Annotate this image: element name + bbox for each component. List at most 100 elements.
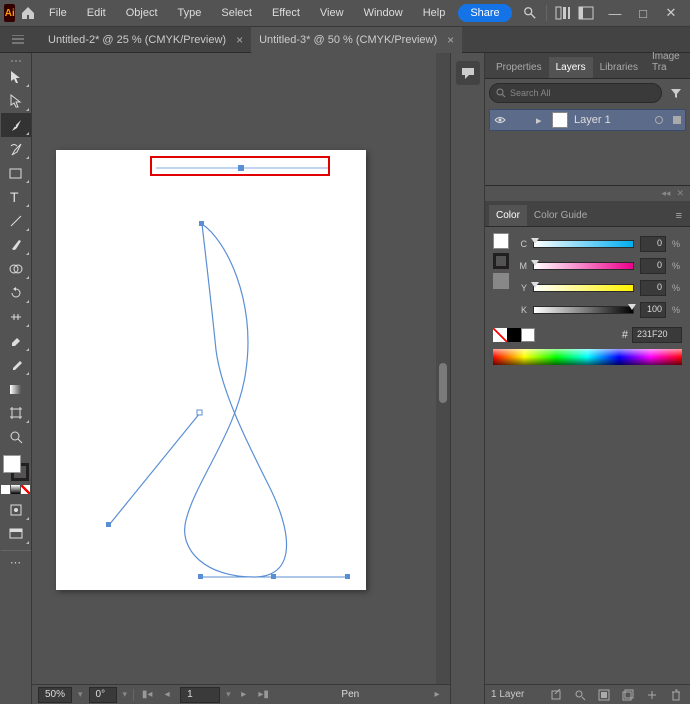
width-tool[interactable] [1, 305, 31, 329]
artboard-tool[interactable] [1, 401, 31, 425]
share-button[interactable]: Share [458, 4, 511, 22]
curvature-tool[interactable] [1, 137, 31, 161]
menu-effect[interactable]: Effect [263, 1, 309, 25]
search-icon[interactable] [522, 2, 539, 24]
fill-mini-swatch[interactable] [493, 233, 509, 249]
chevron-down-icon[interactable]: ▾ [123, 689, 128, 700]
tab-properties[interactable]: Properties [489, 57, 549, 78]
yellow-slider[interactable] [533, 284, 634, 292]
cyan-value[interactable]: 0 [640, 236, 666, 252]
chevron-down-icon[interactable]: ▾ [78, 689, 83, 700]
scrollbar-thumb[interactable] [439, 363, 447, 403]
window-minimize-icon[interactable]: — [606, 4, 624, 22]
expand-status-icon[interactable]: ▸ [430, 688, 444, 702]
panel-menu-icon[interactable]: ≡ [672, 206, 686, 226]
menu-view[interactable]: View [311, 1, 353, 25]
arrange-icon[interactable] [555, 2, 572, 24]
yellow-value[interactable]: 0 [640, 280, 666, 296]
tab-strip-toggle[interactable] [0, 27, 36, 53]
canvas-area[interactable]: 50% ▾ 0° ▾ ▮◂ ◂ 1 ▾ ▸ ▸▮ Pen ▸ [32, 53, 450, 704]
new-sublayer-icon[interactable] [620, 687, 636, 703]
close-icon[interactable]: × [236, 33, 243, 47]
menu-object[interactable]: Object [117, 1, 167, 25]
line-tool[interactable] [1, 209, 31, 233]
document-tab[interactable]: Untitled-3* @ 50 % (CMYK/Preview) × [251, 27, 462, 53]
none-swatch[interactable] [493, 328, 507, 342]
home-icon[interactable] [19, 2, 36, 24]
tab-image-trace[interactable]: Image Tra [645, 46, 687, 78]
tab-color-guide[interactable]: Color Guide [527, 205, 594, 226]
prev-artboard-icon[interactable]: ◂ [160, 688, 174, 702]
rotate-tool[interactable] [1, 281, 31, 305]
pen-tool[interactable] [1, 113, 31, 137]
next-artboard-icon[interactable]: ▸ [237, 688, 251, 702]
close-icon[interactable]: ✕ [676, 188, 684, 199]
expand-icon[interactable]: ▸ [536, 114, 546, 127]
draw-mode-normal[interactable] [1, 498, 31, 522]
layers-search-input[interactable]: Search All [489, 83, 662, 103]
tab-layers[interactable]: Layers [549, 57, 593, 78]
menu-type[interactable]: Type [169, 1, 211, 25]
rotate-field[interactable]: 0° [89, 687, 117, 703]
tab-color[interactable]: Color [489, 205, 527, 226]
color-spectrum[interactable] [493, 349, 682, 365]
menu-edit[interactable]: Edit [78, 1, 115, 25]
fill-swatch[interactable] [3, 455, 21, 473]
rectangle-tool[interactable] [1, 161, 31, 185]
menu-select[interactable]: Select [212, 1, 261, 25]
target-icon[interactable] [655, 116, 663, 124]
filter-icon[interactable] [666, 83, 686, 103]
first-artboard-icon[interactable]: ▮◂ [140, 688, 154, 702]
collapse-icon[interactable]: ◂◂ [661, 188, 670, 199]
type-tool[interactable]: T [1, 185, 31, 209]
comment-icon[interactable] [456, 61, 480, 85]
document-tab[interactable]: Untitled-2* @ 25 % (CMYK/Preview) × [40, 27, 251, 53]
close-icon[interactable]: × [447, 33, 454, 47]
menu-help[interactable]: Help [414, 1, 455, 25]
eraser-tool[interactable] [1, 329, 31, 353]
eyedropper-tool[interactable] [1, 353, 31, 377]
black-slider[interactable] [533, 306, 634, 314]
edit-toolbar[interactable]: ⋯ [1, 550, 31, 574]
window-maximize-icon[interactable]: □ [634, 4, 652, 22]
menu-window[interactable]: Window [355, 1, 412, 25]
magenta-value[interactable]: 0 [640, 258, 666, 274]
cyan-slider[interactable] [533, 240, 634, 248]
selection-tool[interactable] [1, 65, 31, 89]
white-swatch[interactable] [521, 328, 535, 342]
panel-drag-handle[interactable] [4, 57, 28, 65]
black-swatch[interactable] [507, 328, 521, 342]
chevron-down-icon[interactable]: ▾ [226, 689, 231, 700]
workspace-icon[interactable] [577, 2, 594, 24]
artboard-field[interactable]: 1 [180, 687, 220, 703]
fill-stroke-swatch[interactable] [1, 453, 31, 483]
magenta-slider[interactable] [533, 262, 634, 270]
zoom-field[interactable]: 50% [38, 687, 72, 703]
color-fill-stroke-mini[interactable] [493, 233, 509, 321]
black-value[interactable]: 100 [640, 302, 666, 318]
stroke-mini-swatch[interactable] [493, 253, 509, 269]
gradient-tool[interactable] [1, 377, 31, 401]
new-layer-icon[interactable] [644, 687, 660, 703]
paintbrush-tool[interactable] [1, 233, 31, 257]
menu-file[interactable]: File [40, 1, 76, 25]
alt-mini-swatch[interactable] [493, 273, 509, 289]
tab-libraries[interactable]: Libraries [593, 57, 645, 78]
layer-name[interactable]: Layer 1 [574, 114, 611, 126]
locate-icon[interactable] [572, 687, 588, 703]
last-artboard-icon[interactable]: ▸▮ [257, 688, 271, 702]
direct-selection-tool[interactable] [1, 89, 31, 113]
screen-mode[interactable] [1, 522, 31, 546]
visibility-icon[interactable] [494, 116, 510, 124]
clip-mask-icon[interactable] [596, 687, 612, 703]
vertical-scrollbar[interactable] [436, 53, 450, 684]
hex-field[interactable]: 231F20 [632, 327, 682, 343]
bezier-path[interactable] [56, 150, 366, 590]
color-mode-swatches[interactable] [1, 485, 30, 494]
shape-builder-tool[interactable] [1, 257, 31, 281]
layer-row[interactable]: ▸ Layer 1 [489, 109, 686, 131]
delete-layer-icon[interactable] [668, 687, 684, 703]
selection-indicator[interactable] [673, 116, 681, 124]
zoom-tool[interactable] [1, 425, 31, 449]
window-close-icon[interactable]: ✕ [662, 4, 680, 22]
